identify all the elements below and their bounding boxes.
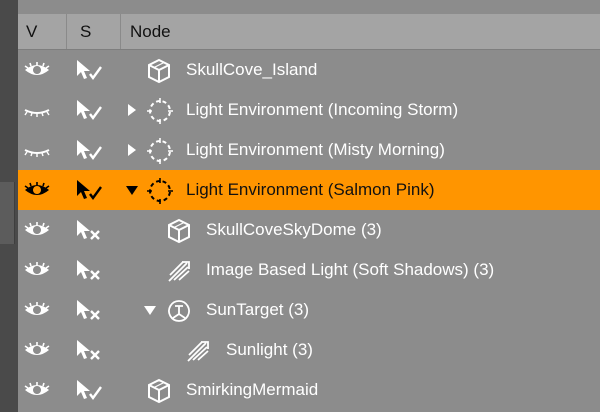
eye-open-icon[interactable] — [23, 62, 51, 78]
tree-row[interactable]: Light Environment (Incoming Storm) — [18, 90, 600, 130]
null-node-icon — [166, 298, 192, 324]
scene-pane: V S Node SkullCove_Island Light Environme… — [18, 0, 600, 412]
node-label: Light Environment (Misty Morning) — [186, 140, 445, 159]
eye-open-icon[interactable] — [23, 222, 51, 238]
tree-row[interactable]: Light Environment (Salmon Pink) — [18, 170, 600, 210]
selectable-cursor-icon[interactable] — [74, 58, 104, 82]
tree-row[interactable]: Image Based Light (Soft Shadows) (3) — [18, 250, 600, 290]
light-environment-icon — [147, 138, 173, 164]
node-label: SkullCove_Island — [186, 60, 318, 79]
unselectable-cursor-icon[interactable] — [74, 338, 104, 362]
panel-edge-tab — [0, 182, 15, 244]
node-label: Light Environment (Incoming Storm) — [186, 100, 459, 119]
node-label: Image Based Light (Soft Shadows) (3) — [206, 260, 495, 279]
eye-open-icon[interactable] — [23, 342, 51, 358]
expand-arrow-icon[interactable] — [125, 142, 139, 158]
node-label: SunTarget (3) — [206, 300, 309, 319]
tree-row[interactable]: Light Environment (Misty Morning) — [18, 130, 600, 170]
left-edge — [0, 0, 18, 412]
eye-open-icon[interactable] — [23, 182, 51, 198]
node-label: Light Environment (Salmon Pink) — [186, 180, 435, 199]
column-visibility[interactable]: V — [26, 14, 37, 49]
cube-icon — [146, 378, 172, 404]
node-label: Sunlight (3) — [226, 340, 313, 359]
selectable-cursor-icon[interactable] — [74, 98, 104, 122]
selectable-cursor-icon[interactable] — [74, 178, 104, 202]
eye-open-icon[interactable] — [23, 382, 51, 398]
column-header: V S Node — [18, 14, 600, 50]
tree-row[interactable]: SmirkingMermaid — [18, 370, 600, 410]
expand-arrow-icon[interactable] — [125, 102, 139, 118]
cube-icon — [166, 218, 192, 244]
eye-closed-icon[interactable] — [23, 102, 51, 118]
node-label: SmirkingMermaid — [186, 380, 319, 399]
eye-closed-icon[interactable] — [23, 142, 51, 158]
tree-row[interactable]: Sunlight (3) — [18, 330, 600, 370]
unselectable-cursor-icon[interactable] — [74, 258, 104, 282]
light-environment-icon — [147, 178, 173, 204]
collapse-arrow-icon[interactable] — [125, 182, 139, 198]
column-divider[interactable] — [66, 14, 67, 49]
column-selectability[interactable]: S — [80, 14, 91, 49]
tree-row[interactable]: SkullCoveSkyDome (3) — [18, 210, 600, 250]
node-label: SkullCoveSkyDome (3) — [206, 220, 382, 239]
selectable-cursor-icon[interactable] — [74, 138, 104, 162]
column-node[interactable]: Node — [130, 14, 171, 49]
selectable-cursor-icon[interactable] — [74, 378, 104, 402]
collapse-arrow-icon[interactable] — [143, 302, 157, 318]
column-divider[interactable] — [120, 14, 121, 49]
cube-icon — [146, 58, 172, 84]
tree-row[interactable]: SkullCove_Island — [18, 50, 600, 90]
eye-open-icon[interactable] — [23, 302, 51, 318]
light-rays-icon — [166, 258, 192, 284]
eye-open-icon[interactable] — [23, 262, 51, 278]
light-rays-icon — [185, 338, 211, 364]
unselectable-cursor-icon[interactable] — [74, 298, 104, 322]
tree-row[interactable]: SunTarget (3) — [18, 290, 600, 330]
unselectable-cursor-icon[interactable] — [74, 218, 104, 242]
light-environment-icon — [147, 98, 173, 124]
